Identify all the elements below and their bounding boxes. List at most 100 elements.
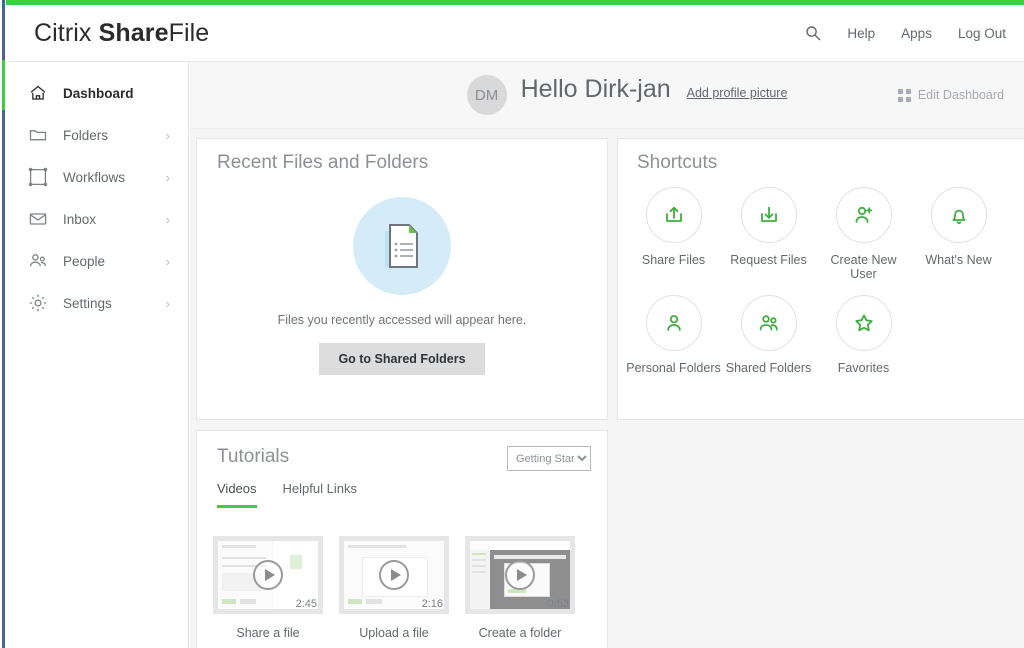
- user-plus-icon: [836, 187, 892, 243]
- sidebar-item-inbox[interactable]: Inbox ›: [6, 198, 188, 240]
- sidebar: Dashboard Folders › Wor: [6, 62, 189, 648]
- recent-files-empty-state: Files you recently accessed will appear …: [197, 197, 607, 375]
- sidebar-label-people: People: [63, 254, 105, 269]
- shortcuts-card: Shortcuts Share Files: [617, 138, 1024, 420]
- add-profile-picture-link[interactable]: Add profile picture: [687, 86, 788, 100]
- tutorials-title: Tutorials: [217, 446, 289, 468]
- tutorial-videos-list: 2:45 Share a file 2:16: [213, 536, 597, 640]
- greeting-group: DM Hello Dirk-jan Add profile picture: [427, 75, 788, 115]
- video-duration: 2:16: [422, 598, 443, 610]
- shortcut-label-personal-folders: Personal Folders: [626, 361, 721, 375]
- sidebar-label-settings: Settings: [63, 296, 112, 311]
- sidebar-item-folders[interactable]: Folders ›: [6, 114, 188, 156]
- video-duration: 2:45: [296, 598, 317, 610]
- shortcut-label-create-new-user: Create New User: [816, 253, 911, 281]
- search-icon[interactable]: [805, 25, 821, 41]
- sidebar-item-workflows[interactable]: Workflows ›: [6, 156, 188, 198]
- folder-icon: [28, 125, 48, 145]
- brand-header: Citrix ShareFile Help Apps Log Out: [6, 5, 1024, 62]
- edit-dashboard-button[interactable]: Edit Dashboard: [898, 88, 1004, 102]
- chevron-right-icon-folders: ›: [166, 128, 170, 143]
- video-label: Upload a file: [339, 626, 449, 640]
- shortcut-favorites[interactable]: Favorites: [816, 295, 911, 375]
- request-download-icon: [741, 187, 797, 243]
- left-edge-green-active: [2, 60, 5, 110]
- shortcuts-title: Shortcuts: [637, 152, 717, 174]
- shortcut-share-files[interactable]: Share Files: [626, 187, 721, 281]
- chevron-right-icon-people: ›: [166, 254, 170, 269]
- nav-help[interactable]: Help: [847, 26, 875, 41]
- shortcuts-grid: Share Files Request Files: [626, 187, 1024, 389]
- tutorials-card: Tutorials Getting Started Videos Helpful…: [196, 430, 608, 648]
- people-icon: [741, 295, 797, 351]
- recent-files-card: Recent Files and Folders: [196, 138, 608, 420]
- video-thumbnail: 0:53: [465, 536, 575, 614]
- tab-helpful-links[interactable]: Helpful Links: [283, 481, 357, 508]
- sidebar-item-people[interactable]: People ›: [6, 240, 188, 282]
- avatar[interactable]: DM: [467, 75, 507, 115]
- grid-icon: [898, 89, 911, 102]
- recent-files-title: Recent Files and Folders: [217, 152, 428, 174]
- logo-bold: Share: [99, 19, 169, 47]
- tutorial-video-create-a-folder[interactable]: 0:53 Create a folder: [465, 536, 575, 640]
- logo-prefix: Citrix: [34, 19, 99, 47]
- dashboard-row-top: Recent Files and Folders: [190, 129, 1024, 420]
- chevron-right-icon-settings: ›: [166, 296, 170, 311]
- workflow-icon: [28, 167, 48, 187]
- shortcut-label-favorites: Favorites: [838, 361, 889, 375]
- tutorials-tabs: Videos Helpful Links: [217, 481, 357, 508]
- video-label: Share a file: [213, 626, 323, 640]
- gear-icon: [28, 293, 48, 313]
- top-navigation: Help Apps Log Out: [805, 25, 1006, 41]
- tutorials-filter-select[interactable]: Getting Started: [507, 446, 591, 471]
- home-icon: [28, 83, 48, 103]
- left-edge-blue-top: [2, 0, 5, 60]
- logo-suffix: File: [169, 19, 210, 47]
- people-icon: [28, 251, 48, 271]
- recent-files-empty-text: Files you recently accessed will appear …: [278, 313, 527, 327]
- edit-dashboard-label: Edit Dashboard: [918, 88, 1004, 102]
- sharefile-dashboard: Citrix ShareFile Help Apps Log Out Dashb…: [0, 0, 1024, 648]
- page-title: Hello Dirk-jan: [521, 75, 671, 104]
- shortcut-request-files[interactable]: Request Files: [721, 187, 816, 281]
- sidebar-label-inbox: Inbox: [63, 212, 96, 227]
- video-duration: 0:53: [548, 598, 569, 610]
- shortcut-label-request-files: Request Files: [730, 253, 806, 267]
- document-icon: [353, 197, 451, 295]
- sidebar-item-settings[interactable]: Settings ›: [6, 282, 188, 324]
- person-icon: [646, 295, 702, 351]
- sidebar-item-dashboard[interactable]: Dashboard: [6, 72, 188, 114]
- sidebar-label-folders: Folders: [63, 128, 108, 143]
- nav-apps[interactable]: Apps: [901, 26, 932, 41]
- shortcut-label-share-files: Share Files: [642, 253, 705, 267]
- nav-log-out[interactable]: Log Out: [958, 26, 1006, 41]
- go-to-shared-folders-button[interactable]: Go to Shared Folders: [319, 343, 484, 375]
- video-thumbnail: 2:16: [339, 536, 449, 614]
- envelope-icon: [28, 209, 48, 229]
- shortcut-create-new-user[interactable]: Create New User: [816, 187, 911, 281]
- chevron-right-icon-workflows: ›: [166, 170, 170, 185]
- video-thumbnail: 2:45: [213, 536, 323, 614]
- main-content: DM Hello Dirk-jan Add profile picture Ed…: [190, 62, 1024, 648]
- sharefile-logo[interactable]: Citrix ShareFile: [34, 19, 209, 48]
- sidebar-label-dashboard: Dashboard: [63, 86, 134, 101]
- greeting-bar: DM Hello Dirk-jan Add profile picture Ed…: [190, 62, 1024, 129]
- play-button-icon[interactable]: [379, 560, 409, 590]
- tab-videos[interactable]: Videos: [217, 481, 257, 508]
- bell-icon: [931, 187, 987, 243]
- tutorial-video-share-a-file[interactable]: 2:45 Share a file: [213, 536, 323, 640]
- shortcut-whats-new[interactable]: What's New: [911, 187, 1006, 281]
- share-upload-icon: [646, 187, 702, 243]
- play-button-icon[interactable]: [253, 560, 283, 590]
- chevron-right-icon-inbox: ›: [166, 212, 170, 227]
- video-label: Create a folder: [465, 626, 575, 640]
- left-edge-blue-bottom: [2, 110, 5, 648]
- shortcut-label-whats-new: What's New: [925, 253, 991, 267]
- play-button-icon[interactable]: [505, 560, 535, 590]
- tutorial-video-upload-a-file[interactable]: 2:16 Upload a file: [339, 536, 449, 640]
- shortcut-personal-folders[interactable]: Personal Folders: [626, 295, 721, 375]
- star-icon: [836, 295, 892, 351]
- shortcut-label-shared-folders: Shared Folders: [726, 361, 811, 375]
- sidebar-label-workflows: Workflows: [63, 170, 125, 185]
- shortcut-shared-folders[interactable]: Shared Folders: [721, 295, 816, 375]
